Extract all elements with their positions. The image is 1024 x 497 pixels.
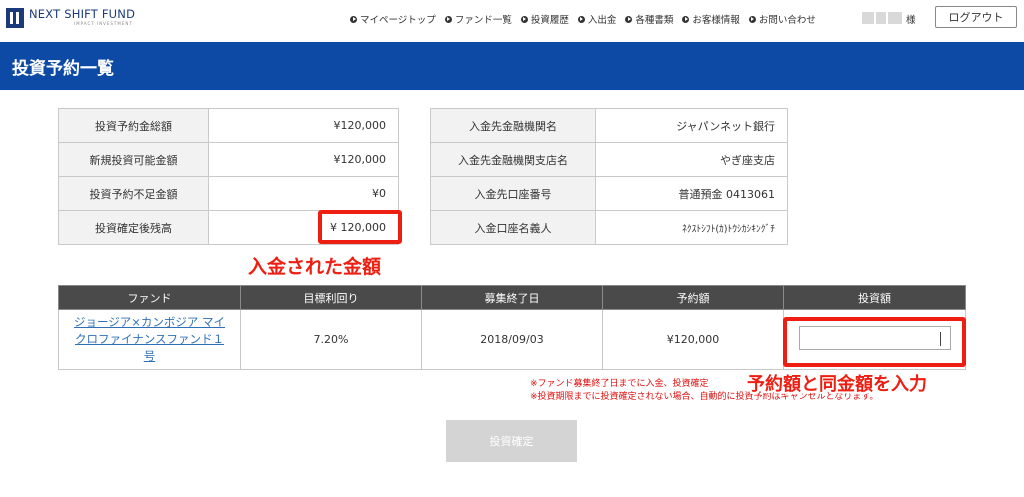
arrow-circle-icon — [350, 15, 357, 23]
arrow-circle-icon — [520, 15, 528, 23]
bank-label: 入金先金融機関支店名 — [430, 142, 596, 177]
table-row: 投資予約不足金額 ¥0 — [58, 176, 399, 211]
highlight-balance — [318, 210, 402, 244]
user-name-redacted — [862, 12, 904, 24]
arrow-circle-icon — [682, 15, 690, 23]
nav-investment-history[interactable]: 投資履歴 — [520, 12, 569, 26]
table-row: 新規投資可能金額 ¥120,000 — [58, 142, 399, 177]
annotation-deposit-amount: 入金された金額 — [248, 256, 382, 278]
table-row: 入金先金融機関名 ジャパンネット銀行 — [430, 108, 788, 143]
column-header: 募集終了日 — [421, 285, 603, 310]
arrow-circle-icon — [577, 15, 585, 23]
summary-value: ¥0 — [208, 176, 399, 211]
reserved-amount-cell: ¥120,000 — [602, 309, 784, 370]
nav-customer-info[interactable]: お客様情報 — [682, 12, 740, 26]
nav-deposit-withdraw[interactable]: 入出金 — [577, 12, 617, 26]
highlight-invest-input — [783, 317, 966, 367]
deposit-bank-table: 入金先金融機関名 ジャパンネット銀行 入金先金融機関支店名 やぎ座支店 入金先口… — [430, 108, 788, 245]
bank-value: やぎ座支店 — [595, 142, 788, 177]
bank-value: ジャパンネット銀行 — [595, 108, 788, 143]
user-honorific: 様 — [906, 15, 916, 26]
column-header: 目標利回り — [240, 285, 422, 310]
logo-tagline: IMPACT INVESTMENT — [74, 21, 133, 26]
top-bar: NEXT SHIFT FUND IMPACT INVESTMENT マイページト… — [0, 0, 1024, 40]
bank-label: 入金先口座番号 — [430, 176, 596, 211]
nav-contact[interactable]: お問い合わせ — [748, 12, 816, 26]
arrow-circle-icon — [625, 15, 633, 23]
bank-label: 入金先金融機関名 — [430, 108, 596, 143]
main-nav: マイページトップ ファンド一覧 投資履歴 入出金 各種書類 お客様情報 お問い合… — [350, 12, 825, 26]
logo-name: NEXT SHIFT FUND — [29, 7, 136, 21]
nav-label: 投資履歴 — [530, 15, 569, 26]
nav-fund-list[interactable]: ファンド一覧 — [444, 12, 512, 26]
logo[interactable]: NEXT SHIFT FUND IMPACT INVESTMENT — [6, 8, 135, 32]
confirm-investment-button[interactable]: 投資確定 — [446, 420, 577, 462]
nav-label: 入出金 — [587, 15, 617, 26]
nav-label: 各種書類 — [635, 15, 674, 26]
fund-name-link[interactable]: ジョージア×カンボジア マイクロファイナンスファンド１号 — [70, 314, 230, 365]
table-header-row: ファンド 目標利回り 募集終了日 予約額 投資額 — [58, 285, 966, 310]
bank-value: ﾈｸｽﾄｼﾌﾄ(ｶ)ﾄｳｼｶｼｷﾝｸﾞﾁ — [595, 210, 788, 245]
bank-label: 入金口座名義人 — [430, 210, 596, 245]
logo-mark-icon — [6, 8, 24, 28]
nav-label: お客様情報 — [692, 15, 740, 26]
yield-cell: 7.20% — [240, 309, 422, 370]
column-header: 予約額 — [602, 285, 784, 310]
table-row: 入金先金融機関支店名 やぎ座支店 — [430, 142, 788, 177]
annotation-invest-amount: 予約額と同金額を入力 — [747, 374, 927, 395]
summary-label: 投資予約金総額 — [58, 108, 209, 143]
summary-label: 投資予約不足金額 — [58, 176, 209, 211]
nav-documents[interactable]: 各種書類 — [625, 12, 673, 26]
nav-label: マイページトップ — [360, 15, 436, 26]
arrow-circle-icon — [444, 15, 452, 23]
logout-button[interactable]: ログアウト — [935, 6, 1017, 28]
summary-value: ¥120,000 — [208, 108, 399, 143]
arrow-circle-icon — [748, 15, 756, 23]
summary-label: 新規投資可能金額 — [58, 142, 209, 177]
page-title: 投資予約一覧 — [12, 59, 114, 79]
nav-label: お問い合わせ — [758, 15, 816, 26]
table-row: 入金先口座番号 普通預金 0413061 — [430, 176, 788, 211]
page-title-bar: 投資予約一覧 — [0, 42, 1024, 90]
bank-value: 普通預金 0413061 — [595, 176, 788, 211]
fund-cell: ジョージア×カンボジア マイクロファイナンスファンド１号 — [58, 309, 241, 370]
nav-label: ファンド一覧 — [454, 15, 512, 26]
summary-value: ¥120,000 — [208, 142, 399, 177]
column-header: 投資額 — [783, 285, 966, 310]
table-row: 投資予約金総額 ¥120,000 — [58, 108, 399, 143]
nav-mypage-top[interactable]: マイページトップ — [350, 12, 436, 26]
summary-label: 投資確定後残高 — [58, 210, 209, 245]
end-date-cell: 2018/09/03 — [421, 309, 603, 370]
column-header: ファンド — [58, 285, 241, 310]
table-row: 入金口座名義人 ﾈｸｽﾄｼﾌﾄ(ｶ)ﾄｳｼｶｼｷﾝｸﾞﾁ — [430, 210, 788, 245]
